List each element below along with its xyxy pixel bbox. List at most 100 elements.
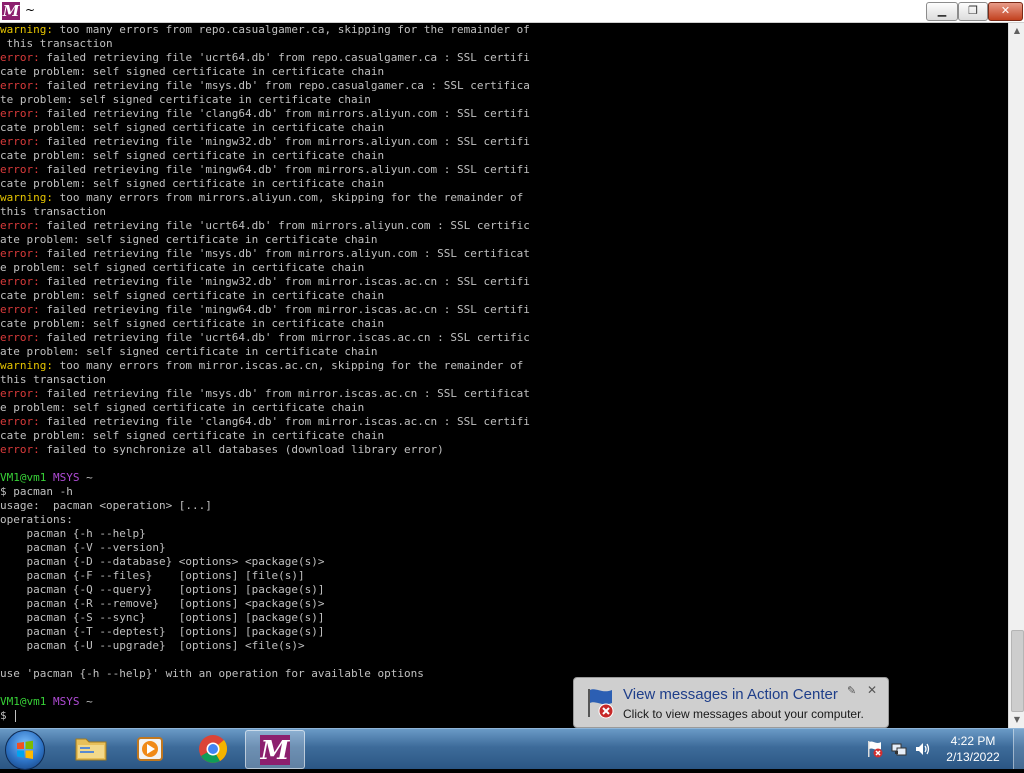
terminal-text: pacman {-U --upgrade} [options] <file(s)… [0,639,305,652]
terminal-text: too many errors from mirrors.aliyun.com,… [52,191,524,204]
terminal-text: cate problem: self signed certificate in… [0,65,385,78]
text-cursor [15,710,17,722]
terminal-line: te problem: self signed certificate in c… [0,93,1008,107]
terminal-line: pacman {-R --remove} [options] <package(… [0,597,1008,611]
notification-title[interactable]: View messages in Action Center [623,686,838,703]
error-label: error: [0,219,40,232]
terminal-text: pacman {-S --sync} [options] [package(s)… [0,611,325,624]
terminal-text: failed retrieving file 'msys.db' from re… [39,79,530,92]
terminal-line: pacman {-Q --query} [options] [package(s… [0,583,1008,597]
terminal-text: te problem: self signed certificate in c… [0,93,371,106]
prompt-user: VM1@vm1 [0,695,47,708]
terminal-text: pacman {-R --remove} [options] <package(… [0,597,325,610]
terminal-line: error: failed retrieving file 'mingw32.d… [0,275,1008,289]
terminal-line: pacman {-F --files} [options] [file(s)] [0,569,1008,583]
terminal-line: pacman {-S --sync} [options] [package(s)… [0,611,1008,625]
chrome-icon [199,735,228,763]
action-center-notification[interactable]: View messages in Action Center Click to … [573,677,889,728]
taskbar-media-player[interactable] [122,730,180,767]
window-title: ~ [25,3,36,17]
terminal-text: cate problem: self signed certificate in… [0,121,385,134]
terminal-text: failed retrieving file 'clang64.db' from… [39,107,530,120]
terminal-text: $ pacman -h [0,485,73,498]
terminal-text: cate problem: self signed certificate in… [0,289,385,302]
terminal-line: cate problem: self signed certificate in… [0,121,1008,135]
error-label: error: [0,303,40,316]
terminal-text: this transaction [0,373,106,386]
terminal-line: pacman {-T --deptest} [options] [package… [0,625,1008,639]
msys2-icon: M [260,735,291,766]
show-desktop-button[interactable] [1013,729,1024,769]
volume-icon[interactable] [914,740,932,758]
clock-date: 2/13/2022 [946,750,1000,764]
taskbar-msys2[interactable]: M [245,730,305,769]
error-label: error: [0,275,40,288]
terminal-output[interactable]: warning: too many errors from repo.casua… [0,23,1008,728]
close-button[interactable]: ✕ [988,2,1023,21]
vertical-scrollbar[interactable]: ▲ ▼ [1008,23,1024,728]
error-label: error: [0,135,40,148]
terminal-text: cate problem: self signed certificate in… [0,317,385,330]
warning-label: warning: [0,359,53,372]
scroll-thumb[interactable] [1011,630,1024,712]
windows-logo-icon [17,740,33,759]
terminal-text: ate problem: self signed certificate in … [0,345,378,358]
terminal-line: operations: [0,513,1008,527]
terminal-line: this transaction [0,373,1008,387]
terminal-line: usage: pacman <operation> [...] [0,499,1008,513]
notification-close-button[interactable]: ✕ [867,683,877,697]
terminal-line: warning: too many errors from repo.casua… [0,23,1008,37]
terminal-line: $ pacman -h [0,485,1008,499]
action-center-flag-icon[interactable] [866,740,884,758]
terminal-line: error: failed retrieving file 'ucrt64.db… [0,331,1008,345]
taskbar-windows-explorer[interactable] [62,730,120,767]
scroll-down-button[interactable]: ▼ [1009,712,1024,728]
system-clock[interactable]: 4:22 PM 2/13/2022 [938,733,1008,765]
terminal-text: too many errors from repo.casualgamer.ca… [52,23,530,36]
terminal-line: error: failed retrieving file 'mingw64.d… [0,303,1008,317]
terminal-text: failed retrieving file 'clang64.db' from… [39,415,530,428]
network-icon[interactable] [890,740,908,758]
terminal-text: cate problem: self signed certificate in… [0,177,385,190]
terminal-text: failed retrieving file 'ucrt64.db' from … [39,51,530,64]
terminal-text: usage: pacman <operation> [...] [0,499,212,512]
terminal-text: pacman {-Q --query} [options] [package(s… [0,583,325,596]
taskbar-chrome[interactable] [184,730,242,767]
error-label: error: [0,79,40,92]
terminal-text: failed retrieving file 'mingw32.db' from… [39,135,530,148]
error-label: error: [0,247,40,260]
terminal-line: VM1@vm1 MSYS ~ [0,471,1008,485]
notification-options-icon[interactable]: ✎ [847,684,856,697]
minimize-button[interactable]: ▁ [926,2,958,21]
terminal-line: cate problem: self signed certificate in… [0,149,1008,163]
error-label: error: [0,107,40,120]
window-title-bar[interactable]: M ~ ▁ ❐ ✕ [0,0,1024,23]
terminal-text: pacman {-V --version} [0,541,166,554]
start-button[interactable] [5,730,45,770]
terminal-line: pacman {-D --database} <options> <packag… [0,555,1008,569]
warning-label: warning: [0,191,53,204]
terminal-text: cate problem: self signed certificate in… [0,429,385,442]
prompt-dir: ~ [86,471,93,484]
terminal-line: cate problem: self signed certificate in… [0,289,1008,303]
folder-icon [75,738,107,761]
taskbar: M 4:22 PM 2/13/2022 [0,728,1024,770]
warning-label: warning: [0,23,53,36]
terminal-text: failed retrieving file 'ucrt64.db' from … [39,219,530,232]
prompt-user: VM1@vm1 [0,471,47,484]
maximize-button[interactable]: ❐ [958,2,988,21]
error-label: error: [0,331,40,344]
terminal-text: failed retrieving file 'mingw32.db' from… [39,275,530,288]
terminal-line: error: failed retrieving file 'msys.db' … [0,387,1008,401]
terminal-line: cate problem: self signed certificate in… [0,177,1008,191]
msys2-app-icon[interactable]: M [2,2,20,20]
terminal-text: pacman {-F --files} [options] [file(s)] [0,569,305,582]
prompt-host: MSYS [52,471,80,484]
terminal-line: error: failed retrieving file 'clang64.d… [0,107,1008,121]
terminal-text: too many errors from mirror.iscas.ac.cn,… [52,359,524,372]
scroll-up-button[interactable]: ▲ [1009,23,1024,39]
clock-time: 4:22 PM [950,734,996,748]
terminal-line: error: failed retrieving file 'msys.db' … [0,79,1008,93]
error-label: error: [0,415,40,428]
